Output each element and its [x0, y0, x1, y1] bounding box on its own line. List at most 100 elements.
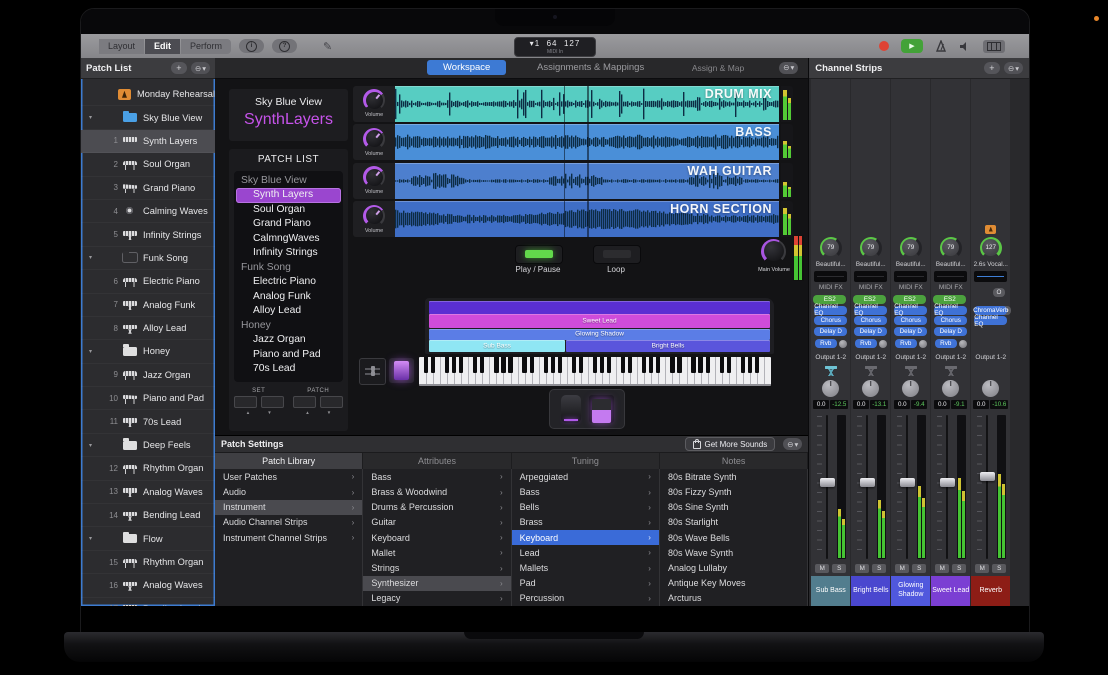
browser-item[interactable]: Mallet › [363, 545, 510, 560]
send-bus-slot[interactable]: Rvb [935, 339, 957, 348]
volume-value[interactable]: -12.5 [830, 400, 848, 409]
mode-button[interactable]: Layout [99, 39, 144, 54]
midi-fx-slot[interactable]: MIDI FX [819, 284, 843, 293]
browser-item[interactable]: Mallets › [512, 560, 659, 575]
browser-item[interactable]: 80s Wave Synth [660, 545, 807, 560]
patch-list-item[interactable]: ▾ Deep Feels [81, 434, 215, 457]
patch-list-item[interactable]: ▾ Flow [81, 527, 215, 550]
peak-value[interactable]: 0.0 [894, 400, 910, 409]
volume-fader[interactable] [935, 413, 967, 561]
channel-smart-knob[interactable]: 79 [860, 237, 882, 259]
pan-knob[interactable] [942, 380, 959, 397]
mute-button[interactable]: M [855, 564, 869, 574]
widget-patch-item[interactable]: Soul Organ [234, 203, 343, 218]
widget-patch-item[interactable]: Analog Funk [234, 290, 343, 305]
plugin-slot[interactable]: Delay D [854, 327, 887, 336]
browser-item[interactable]: Brass › [512, 515, 659, 530]
patch-settings-tab[interactable]: Tuning [512, 453, 660, 469]
plugin-slot[interactable]: Channel EQ [974, 316, 1007, 325]
solo-button[interactable]: S [952, 564, 966, 574]
output-slot[interactable]: Output 1-2 [895, 354, 926, 363]
main-volume-knob[interactable] [761, 239, 786, 264]
output-slot[interactable]: Output 1-2 [975, 354, 1006, 363]
fader-cap[interactable] [820, 478, 835, 487]
patch-list-item[interactable]: ▾ Honey [81, 340, 215, 363]
mute-button[interactable]: M [935, 564, 949, 574]
layer-band[interactable]: Sweet Lead [429, 314, 770, 328]
speaker-icon[interactable] [959, 41, 971, 52]
widget-patch-item[interactable]: Synth Layers [236, 188, 341, 203]
plugin-slot[interactable]: Delay D [814, 327, 847, 336]
widget-patch-item[interactable]: Electric Piano [234, 275, 343, 290]
solo-button[interactable]: S [912, 564, 926, 574]
volume-fader[interactable] [895, 413, 927, 561]
widget-patch-item[interactable]: Jazz Organ [234, 333, 343, 348]
expression-pedal[interactable] [561, 395, 581, 423]
layer-band[interactable]: Bright Bells [566, 340, 770, 352]
metronome-icon[interactable] [935, 40, 947, 52]
track-waveform[interactable]: WAH GUITAR [395, 163, 779, 199]
send-level-knob[interactable] [919, 340, 927, 348]
browser-item[interactable]: Pad › [512, 576, 659, 591]
midi-fx-slot[interactable]: MIDI FX [939, 284, 963, 293]
widget-patch-item[interactable]: 70s Lead [234, 362, 343, 377]
help-button[interactable]: ? [272, 39, 297, 53]
channel-name[interactable]: Sub Bass [811, 576, 850, 606]
play-pause-button[interactable] [515, 245, 563, 264]
send-level-knob[interactable] [959, 340, 967, 348]
set-prev-button[interactable] [234, 396, 257, 408]
layer-band[interactable]: Glowing Shadow [429, 329, 770, 340]
plugin-slot[interactable]: Delay D [934, 327, 967, 336]
browser-item[interactable]: Bells › [512, 500, 659, 515]
fader-cap[interactable] [980, 472, 995, 481]
workspace-action-menu[interactable]: ⊖▾ [779, 62, 798, 74]
pan-knob[interactable] [822, 380, 839, 397]
mode-button[interactable]: Edit [145, 39, 180, 54]
browser-item[interactable]: Instrument Channel Strips › [215, 530, 362, 545]
track-volume-knob[interactable] [363, 166, 385, 188]
tab-assignments-mappings[interactable]: Assignments & Mappings [537, 62, 644, 73]
pan-knob[interactable] [862, 380, 879, 397]
pan-knob[interactable] [982, 380, 999, 397]
browser-item[interactable]: Bass › [512, 485, 659, 500]
browser-item[interactable]: Lead › [512, 545, 659, 560]
patch-list-item[interactable]: 15 Rhythm Organ [81, 551, 215, 574]
plugin-slot[interactable]: Channel EQ [894, 306, 927, 315]
widget-patch-item[interactable]: Grand Piano [234, 217, 343, 232]
track-waveform[interactable]: HORN SECTION [395, 201, 779, 237]
volume-fader[interactable] [815, 413, 847, 561]
patch-list-item[interactable]: 13 Analog Waves [81, 481, 215, 504]
output-slot[interactable]: Output 1-2 [935, 354, 966, 363]
browser-item[interactable]: 80s Starlight [660, 515, 807, 530]
onscreen-keyboard[interactable] [419, 357, 771, 386]
patch-list-item[interactable]: 16 Analog Waves [81, 574, 215, 597]
plugin-slot[interactable]: Chorus [854, 316, 887, 325]
track-volume-knob[interactable] [363, 128, 385, 150]
channel-setting-name[interactable]: Beautiful... [936, 261, 966, 269]
track-volume-knob[interactable] [363, 89, 385, 111]
pitch-mod-sliders[interactable] [359, 358, 386, 385]
input-slot[interactable]: O [993, 288, 1005, 297]
patch-list-item[interactable]: 11 70s Lead [81, 410, 215, 433]
patch-list-item[interactable]: 4 Calming Waves [81, 200, 215, 223]
channel-name[interactable]: Reverb [971, 576, 1010, 606]
output-slot[interactable]: Output 1-2 [815, 354, 846, 363]
patch-list-item[interactable]: 9 Jazz Organ [81, 364, 215, 387]
browser-item[interactable]: Drums & Percussion › [363, 500, 510, 515]
sustain-pedal[interactable] [589, 395, 614, 423]
loop-button[interactable] [593, 245, 641, 264]
patch-list-item[interactable]: 2 Soul Organ [81, 153, 215, 176]
patch-list-item[interactable]: 12 Rhythm Organ [81, 457, 215, 480]
browser-item[interactable]: Instrument › [215, 500, 362, 515]
plugin-slot[interactable]: Chorus [894, 316, 927, 325]
patch-settings-tab[interactable]: Patch Library [215, 453, 363, 469]
patch-list-item[interactable]: 8 Alloy Lead [81, 317, 215, 340]
disclosure-chevron-icon[interactable]: ▾ [89, 254, 98, 261]
mute-button[interactable]: M [895, 564, 909, 574]
browser-item[interactable]: Synthesizer › [363, 576, 510, 591]
widget-patch-item[interactable]: Alloy Lead [234, 304, 343, 319]
fader-cap[interactable] [940, 478, 955, 487]
disclosure-chevron-icon[interactable]: ▾ [89, 114, 98, 121]
tab-workspace[interactable]: Workspace [427, 60, 506, 75]
disclosure-chevron-icon[interactable]: ▾ [89, 535, 98, 542]
